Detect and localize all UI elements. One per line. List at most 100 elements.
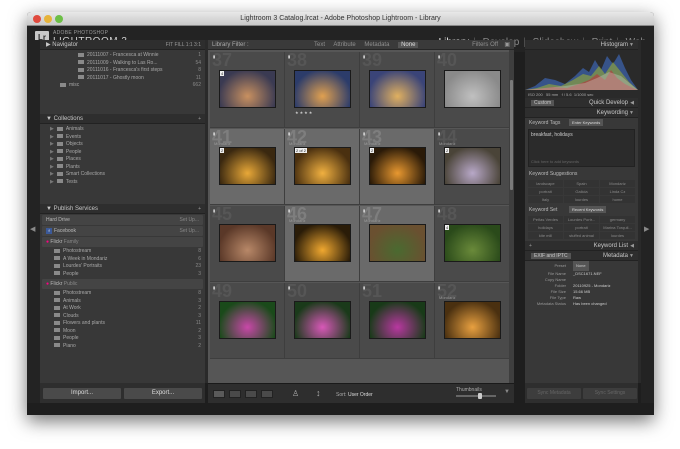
keyword-set-item[interactable]: Lourdes Portr...	[564, 216, 599, 223]
flag-icon[interactable]: ▮	[288, 54, 290, 59]
compare-view-icon[interactable]	[245, 390, 257, 398]
keyword-tags-field[interactable]: breakfast, holidays Click here to add key…	[528, 129, 635, 167]
flag-icon[interactable]: ▮	[213, 131, 215, 136]
publish-collection[interactable]: At Work 2	[40, 305, 205, 313]
collection-item[interactable]: ▶ People	[40, 149, 205, 157]
collection-item[interactable]: ▶ Tests	[40, 179, 205, 187]
keyword-suggestion[interactable]: portrait	[528, 188, 563, 195]
keyword-set-select[interactable]: Recent Keywords	[569, 206, 607, 213]
keyword-set-item[interactable]: lourdes	[600, 232, 635, 239]
keyword-suggestion[interactable]: Italy	[528, 196, 563, 203]
photo-thumbnail[interactable]	[219, 301, 276, 339]
right-panel-scrollbar[interactable]	[638, 40, 641, 383]
keywording-header[interactable]: Keywording ▼	[525, 108, 638, 118]
metadata-header[interactable]: EXIF and IPTC Metadata ▼	[525, 251, 638, 261]
expand-icon[interactable]: ▶	[50, 141, 54, 147]
grid-cell[interactable]: 46 Mondariz ▮	[285, 204, 360, 282]
flag-icon[interactable]: ▮	[213, 208, 215, 213]
keyword-tags-mode[interactable]: Enter Keywords	[569, 119, 604, 126]
publish-collection[interactable]: Moon 2	[40, 328, 205, 336]
keyword-set-item[interactable]: germany	[600, 216, 635, 223]
collection-item[interactable]: ▶ Animals	[40, 126, 205, 134]
import-button[interactable]: Import...	[43, 388, 121, 399]
publish-collection[interactable]: Animals 3	[40, 298, 205, 306]
grid-cell[interactable]: 48 4 ▮	[435, 204, 510, 282]
flag-icon[interactable]: ▮	[438, 131, 440, 136]
grid-cell[interactable]: 47 Mondariz ▮	[360, 204, 435, 282]
grid-cell[interactable]: 40 ▮	[435, 50, 510, 128]
keyword-set-item[interactable]: stuffed animal	[564, 232, 599, 239]
grid-cell[interactable]: 41 Mondariz 2 ▮	[210, 127, 285, 205]
flag-icon[interactable]: ▮	[288, 208, 290, 213]
keyword-suggestion[interactable]: home	[600, 196, 635, 203]
grid-cell[interactable]: 49 ▮	[210, 281, 285, 359]
grid-scroll-thumb[interactable]	[510, 80, 513, 190]
stack-badge[interactable]: 2 of 2	[295, 148, 308, 153]
expand-icon[interactable]: ▶	[50, 134, 54, 140]
photo-thumbnail[interactable]	[294, 301, 351, 339]
keyword-set-item[interactable]: Peñas Verdes	[528, 216, 563, 223]
collection-item[interactable]: ▶ Places	[40, 156, 205, 164]
photo-thumbnail[interactable]	[369, 224, 426, 262]
publish-collection[interactable]: People 3	[40, 335, 205, 343]
publish-collection[interactable]: Clouds 3	[40, 313, 205, 321]
keyword-suggestion[interactable]: Mondariz	[600, 180, 635, 187]
folder-row[interactable]: 20111016 - Francesca's first steps 8	[40, 67, 205, 75]
histogram-header[interactable]: Histogram ▼	[525, 40, 638, 50]
sort-direction-icon[interactable]: ↕	[316, 388, 321, 398]
collection-item[interactable]: ▶ Events	[40, 134, 205, 142]
grid-view-icon[interactable]	[213, 390, 225, 398]
stack-badge[interactable]: 2	[220, 148, 225, 153]
grid-cell[interactable]: 38 ★★★★ ▮	[285, 50, 360, 128]
grid-cell[interactable]: 52 Mondariz ▮	[435, 281, 510, 359]
expand-icon[interactable]: ▶	[50, 126, 54, 132]
survey-view-icon[interactable]	[261, 390, 273, 398]
quick-develop-header[interactable]: Custom Quick Develop ◀	[525, 98, 638, 108]
grid-cell[interactable]: 51 ▮	[360, 281, 435, 359]
photo-thumbnail[interactable]	[294, 70, 351, 108]
filter-attribute[interactable]: Attribute	[333, 42, 355, 48]
folder-row[interactable]: 20111017 - Ghostly moon 11	[40, 75, 205, 83]
photo-thumbnail[interactable]	[219, 147, 276, 185]
lock-icon[interactable]: ▣	[504, 40, 510, 50]
navigator-header[interactable]: ▶ Navigator FIT FILL 1:1 3:1	[40, 40, 205, 50]
publish-collection[interactable]: People 3	[40, 271, 205, 279]
flag-icon[interactable]: ▮	[438, 208, 440, 213]
right-edge-toggle[interactable]: ▶	[641, 40, 654, 403]
expand-icon[interactable]: ▶	[50, 149, 54, 155]
star-rating[interactable]: ★★★★	[295, 110, 313, 115]
keyword-set-item[interactable]: holidays	[528, 224, 563, 231]
keyword-suggestion[interactable]: Galicia	[564, 188, 599, 195]
folder-row[interactable]: 20111009 - Walking to Las Ro... 54	[40, 60, 205, 68]
folder-row[interactable]: misc 662	[40, 82, 205, 90]
loupe-view-icon[interactable]	[229, 390, 241, 398]
service-flickr-public[interactable]: ● Flickr Public	[42, 279, 203, 289]
publish-collection[interactable]: Photostream 8	[40, 248, 205, 256]
flag-icon[interactable]: ▮	[438, 285, 440, 290]
photo-thumbnail[interactable]	[369, 70, 426, 108]
flag-icon[interactable]: ▮	[288, 131, 290, 136]
sync-settings-button[interactable]: Sync Settings	[583, 388, 637, 399]
keyword-add-placeholder[interactable]: Click here to add keywords	[531, 159, 579, 164]
slider-handle[interactable]	[478, 393, 482, 399]
publish-collection[interactable]: A Week in Mondariz 6	[40, 256, 205, 264]
keyword-set-item[interactable]: kite mill	[528, 232, 563, 239]
publish-header[interactable]: ▼ Publish Services +	[40, 204, 205, 214]
photo-thumbnail[interactable]	[444, 70, 501, 108]
filter-text[interactable]: Text	[314, 42, 325, 48]
flag-icon[interactable]: ▮	[363, 285, 365, 290]
grid-cell[interactable]: 43 Mondariz 2 ▮	[360, 127, 435, 205]
flag-icon[interactable]: ▮	[213, 285, 215, 290]
grid-cell[interactable]: 39 ▮	[360, 50, 435, 128]
keyword-set-item[interactable]: Marina Torquil...	[600, 224, 635, 231]
expand-icon[interactable]: ▶	[50, 156, 54, 162]
photo-thumbnail[interactable]	[444, 224, 501, 262]
quick-develop-preset[interactable]: Custom	[531, 100, 555, 106]
flag-icon[interactable]: ▮	[213, 54, 215, 59]
stack-badge[interactable]: 4	[220, 71, 225, 76]
flag-icon[interactable]: ▮	[363, 54, 365, 59]
collection-item[interactable]: ▶ Plants	[40, 164, 205, 172]
navigator-zoom[interactable]: FIT FILL 1:1 3:1	[166, 40, 201, 50]
metadata-value[interactable]: Has been changed	[573, 301, 607, 307]
grid-cell[interactable]: 50 ▮	[285, 281, 360, 359]
